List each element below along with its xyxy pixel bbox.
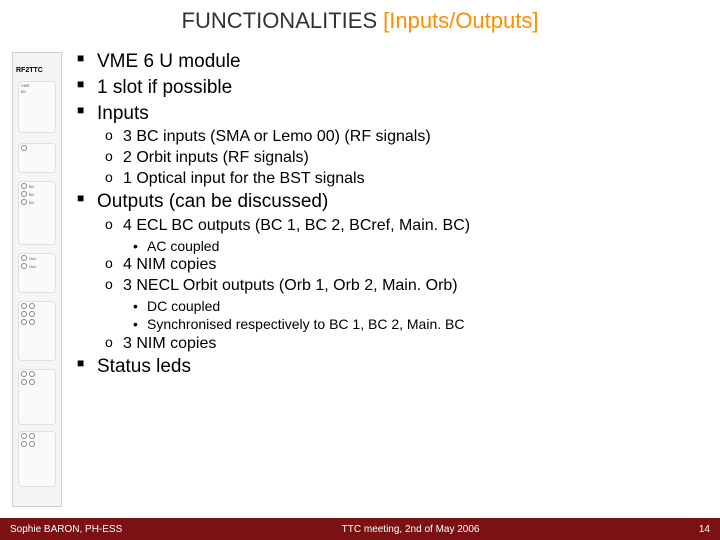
sub-bullet: 4 ECL BC outputs (BC 1, BC 2, BCref, Mai…	[123, 216, 710, 236]
bullet: 1 slot if possible	[97, 76, 710, 100]
module-segment	[18, 301, 56, 361]
bullet: Inputs	[97, 102, 710, 126]
bullet: VME 6 U module	[97, 50, 710, 74]
module-segment: VME BC	[18, 81, 56, 133]
title-bar: FUNCTIONALITIES [Inputs/Outputs]	[0, 0, 720, 42]
module-segment: Orb Orb	[18, 253, 56, 293]
sub-sub-bullet: DC coupled	[147, 297, 710, 315]
sub-bullet: 3 BC inputs (SMA or Lemo 00) (RF signals…	[123, 127, 710, 147]
footer-meeting: TTC meeting, 2nd of May 2006	[122, 524, 699, 535]
module-diagram: RF2TTC VME BC BC BC BC Orb Orb	[12, 52, 62, 507]
title-main: FUNCTIONALITIES	[182, 8, 378, 34]
footer-author: Sophie BARON, PH-ESS	[10, 524, 122, 535]
footer: Sophie BARON, PH-ESS TTC meeting, 2nd of…	[0, 518, 720, 540]
bullet: Outputs (can be discussed)	[97, 190, 710, 214]
module-segment	[18, 143, 56, 173]
sub-bullet: 3 NIM copies	[123, 334, 710, 354]
sub-bullet: 3 NECL Orbit outputs (Orb 1, Orb 2, Main…	[123, 276, 710, 296]
content-area: RF2TTC VME BC BC BC BC Orb Orb	[0, 42, 720, 518]
module-segment: BC BC BC	[18, 181, 56, 245]
sub-sub-bullet: AC coupled	[147, 237, 710, 255]
sub-bullet: 1 Optical input for the BST signals	[123, 169, 710, 189]
module-segment	[18, 431, 56, 487]
module-label: RF2TTC	[16, 67, 43, 74]
sub-bullet: 4 NIM copies	[123, 255, 710, 275]
sub-bullet: 2 Orbit inputs (RF signals)	[123, 148, 710, 168]
module-segment	[18, 369, 56, 425]
page-number: 14	[699, 524, 710, 535]
title-accent: [Inputs/Outputs]	[383, 8, 538, 34]
text-column: VME 6 U module 1 slot if possible Inputs…	[70, 42, 720, 518]
sub-sub-bullet: Synchronised respectively to BC 1, BC 2,…	[147, 315, 710, 333]
bullet: Status leds	[97, 355, 710, 379]
